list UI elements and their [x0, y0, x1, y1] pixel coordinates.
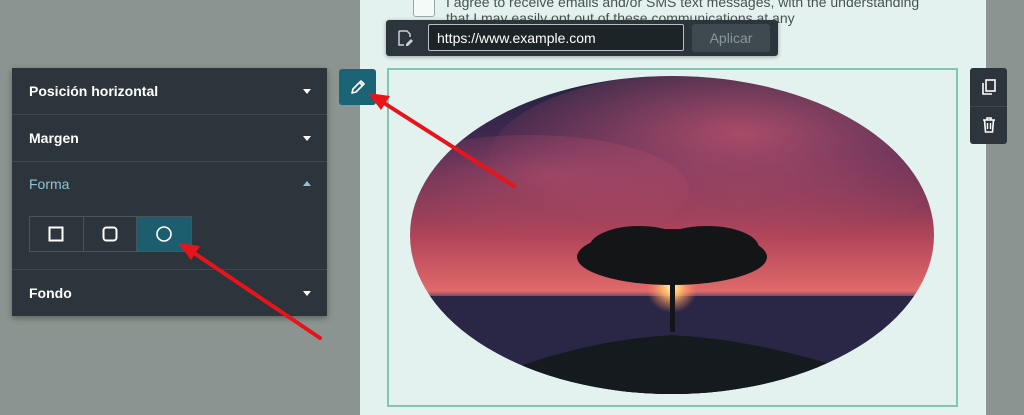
image-block[interactable] [387, 68, 958, 407]
shape-square-button[interactable] [30, 217, 84, 251]
chevron-down-icon [303, 291, 311, 296]
section-label: Fondo [29, 285, 72, 301]
edit-image-button[interactable] [339, 69, 376, 105]
section-label: Margen [29, 130, 79, 146]
section-horizontal-position[interactable]: Posición horizontal [12, 68, 327, 115]
rounded-square-icon [102, 226, 118, 242]
link-toolbar: https://www.example.com Aplicar [386, 20, 778, 56]
section-margin[interactable]: Margen [12, 115, 327, 162]
shape-rounded-button[interactable] [84, 217, 138, 251]
copy-icon [980, 78, 998, 96]
url-input[interactable]: https://www.example.com [428, 24, 684, 51]
section-background[interactable]: Fondo [12, 269, 327, 316]
section-label: Posición horizontal [29, 83, 159, 99]
shape-circle-button[interactable] [137, 217, 191, 251]
chevron-down-icon [303, 89, 311, 94]
square-icon [48, 226, 64, 242]
trash-icon [980, 116, 998, 134]
pencil-icon [349, 78, 367, 96]
section-label: Forma [29, 176, 70, 192]
chevron-down-icon [303, 136, 311, 141]
chevron-up-icon [303, 181, 311, 186]
section-shape[interactable]: Forma [12, 161, 327, 207]
apply-button[interactable]: Aplicar [692, 24, 770, 52]
link-edit-icon [396, 29, 414, 47]
delete-button[interactable] [970, 106, 1007, 144]
circle-icon [155, 225, 173, 243]
consent-checkbox[interactable] [413, 0, 435, 17]
settings-panel: Posición horizontal Margen Forma Fondo [12, 68, 327, 316]
duplicate-button[interactable] [970, 68, 1007, 107]
shape-selector [29, 216, 192, 252]
circular-image [410, 76, 934, 394]
block-tools [970, 68, 1007, 144]
